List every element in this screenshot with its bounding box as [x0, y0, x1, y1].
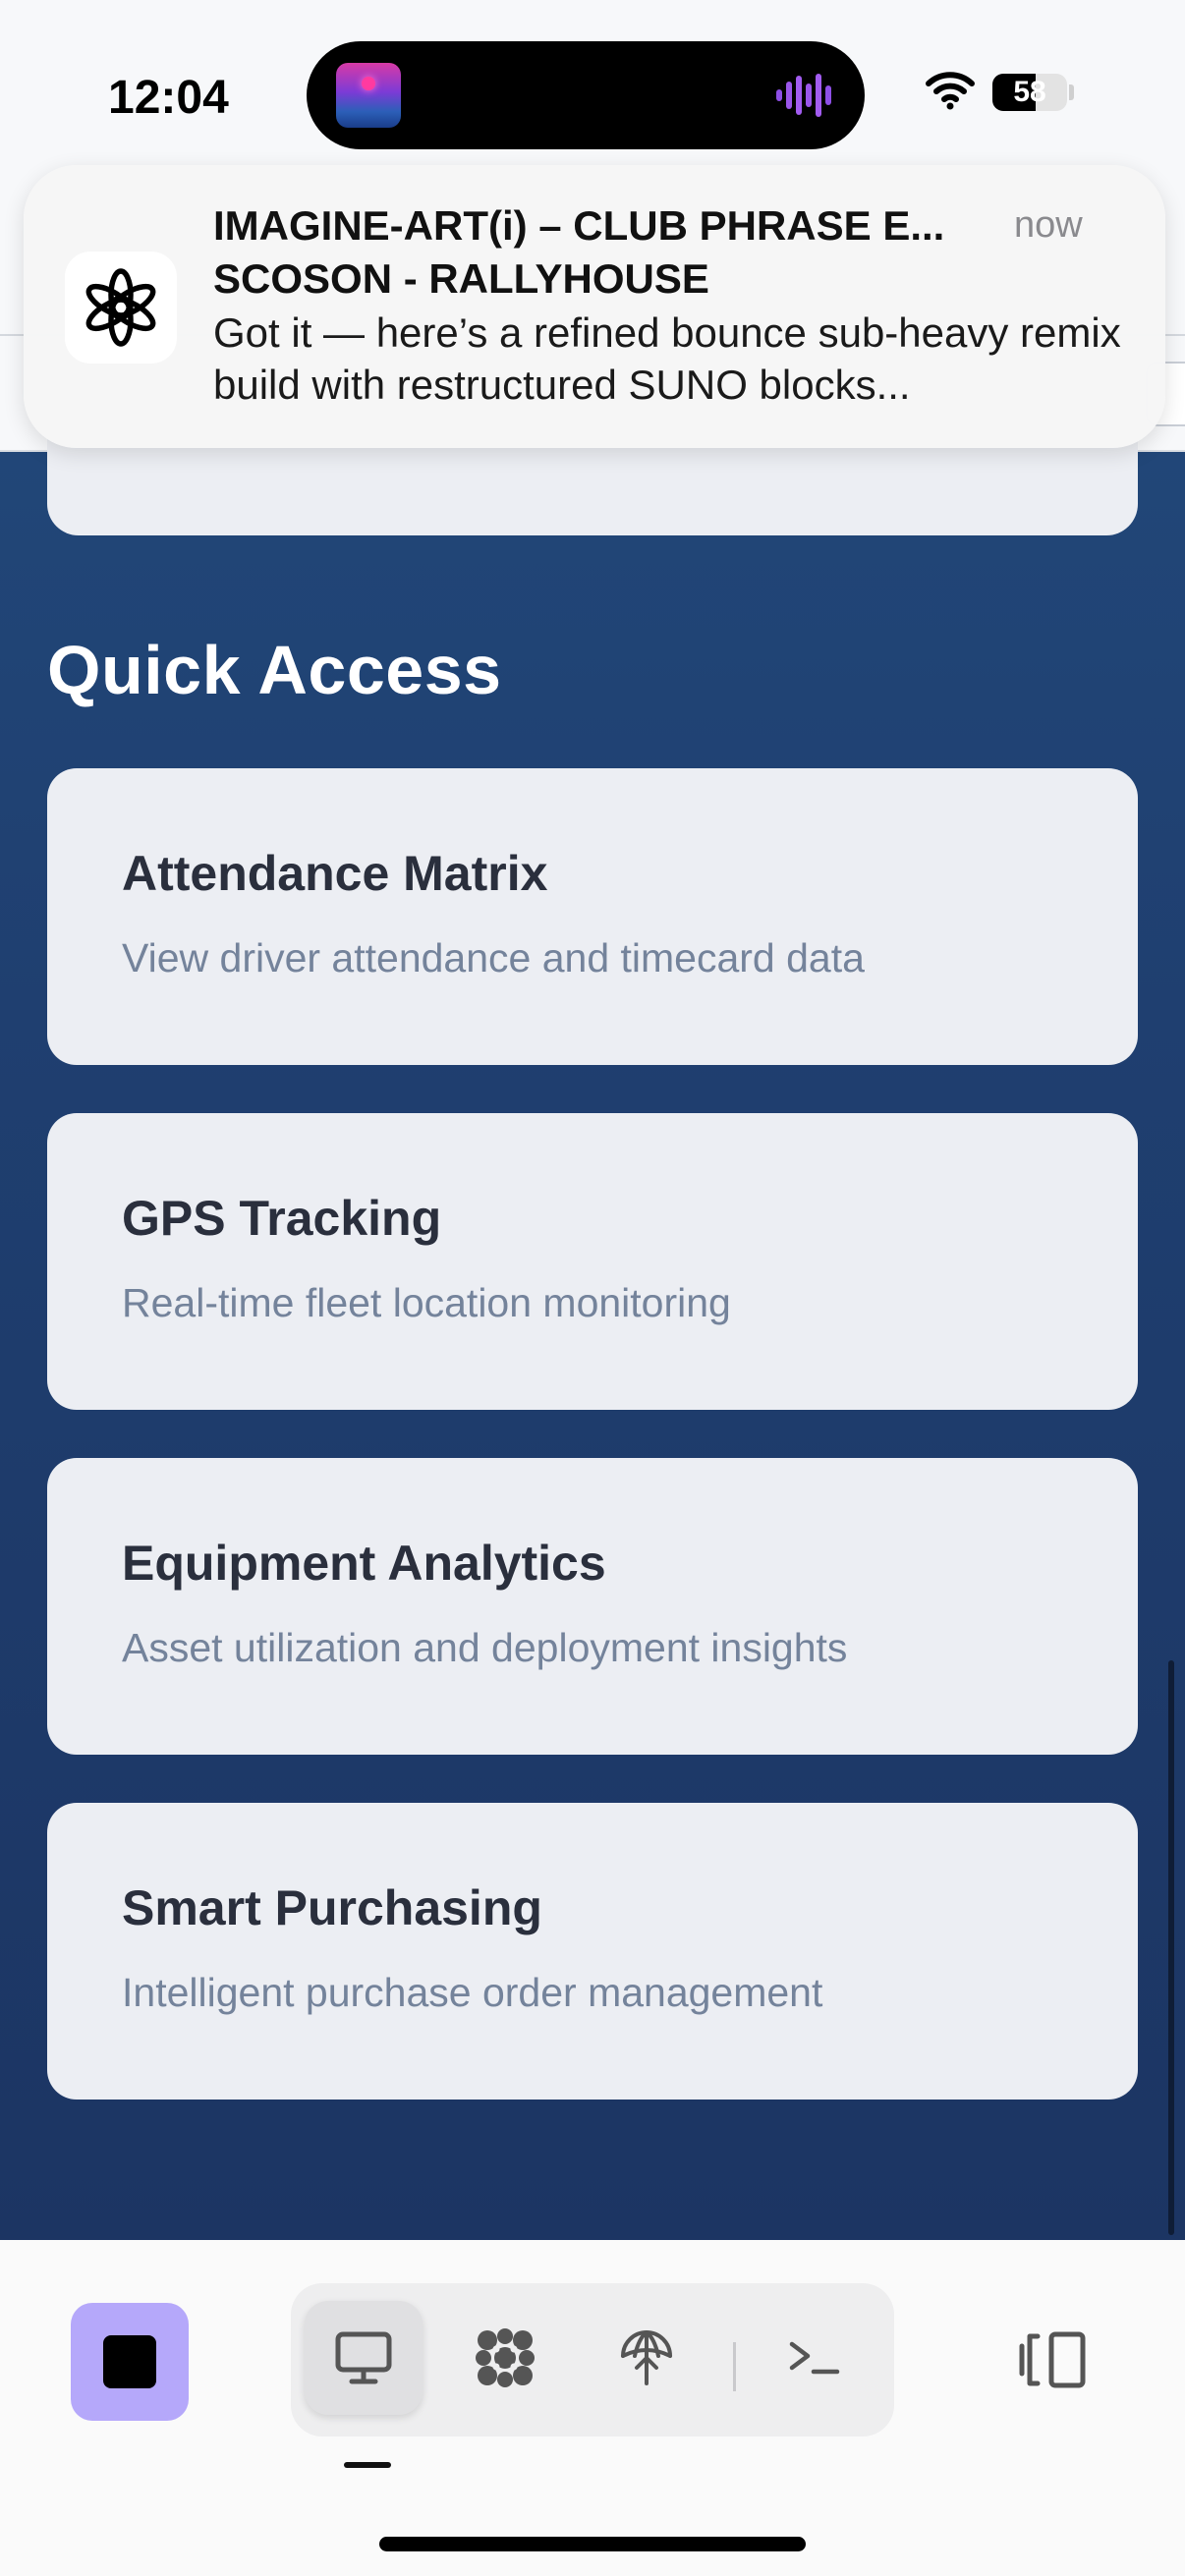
wifi-icon [926, 72, 975, 110]
dynamic-island[interactable] [307, 41, 865, 149]
pattern-tool-button[interactable] [446, 2301, 564, 2415]
card-smart-purchasing[interactable]: Smart Purchasing Intelligent purchase or… [47, 1803, 1138, 2100]
desktop-view-button[interactable] [305, 2301, 423, 2415]
notification-body: Got it — here’s a refined bounce sub-hea… [213, 309, 1121, 408]
stop-button[interactable] [71, 2303, 189, 2421]
card-description: Intelligent purchase order management [122, 1970, 823, 2015]
home-indicator[interactable] [379, 2537, 806, 2551]
notification-time: now [1014, 204, 1083, 246]
notification-subtitle: SCOSON - RALLYHOUSE [213, 255, 709, 302]
terminal-prompt-icon [789, 2341, 840, 2375]
audio-waveform-icon [776, 74, 831, 117]
network-upload-icon [621, 2330, 672, 2385]
card-equipment-analytics[interactable]: Equipment Analytics Asset utilization an… [47, 1458, 1138, 1755]
card-gps-tracking[interactable]: GPS Tracking Real-time fleet location mo… [47, 1113, 1138, 1410]
notification-title: IMAGINE-ART(i) – CLUB PHRASE E... [213, 202, 945, 249]
chatgpt-logo-icon [65, 252, 177, 364]
battery-level: 58 [1013, 76, 1046, 108]
scrollbar[interactable] [1168, 1660, 1174, 2235]
card-title: Equipment Analytics [122, 1536, 606, 1591]
network-tool-button[interactable] [588, 2301, 705, 2415]
notification-banner[interactable]: IMAGINE-ART(i) – CLUB PHRASE E... SCOSON… [24, 165, 1165, 448]
card-description: View driver attendance and timecard data [122, 935, 865, 980]
terminal-button[interactable] [755, 2301, 873, 2415]
now-playing-artwork-icon [336, 63, 401, 128]
flower-pattern-icon [476, 2328, 535, 2387]
card-title: Attendance Matrix [122, 846, 548, 901]
card-description: Asset utilization and deployment insight… [122, 1625, 848, 1670]
card-attendance-matrix[interactable]: Attendance Matrix View driver attendance… [47, 768, 1138, 1065]
card-title: GPS Tracking [122, 1191, 442, 1246]
card-description: Real-time fleet location monitoring [122, 1280, 731, 1325]
battery-cap [1069, 84, 1074, 100]
tool-group [291, 2283, 894, 2436]
desktop-icon [335, 2331, 392, 2384]
section-title: Quick Access [47, 632, 502, 708]
active-tool-indicator [344, 2462, 391, 2468]
card-title: Smart Purchasing [122, 1880, 542, 1935]
tool-separator [733, 2342, 736, 2391]
tab-switcher-icon[interactable] [1016, 2328, 1089, 2391]
bottom-toolbar [0, 2240, 1185, 2576]
stop-icon [103, 2335, 156, 2388]
status-time: 12:04 [108, 72, 229, 124]
battery-icon: 58 [992, 74, 1067, 111]
